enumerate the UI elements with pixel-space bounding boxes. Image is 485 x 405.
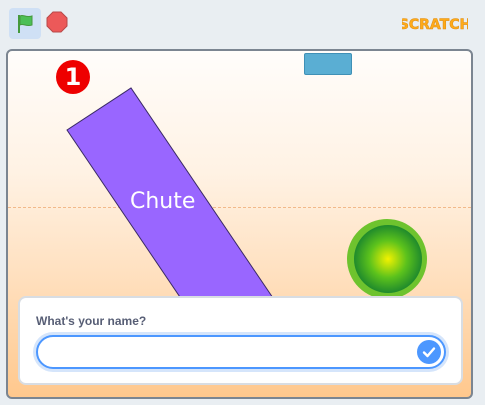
- checkmark-icon: [422, 347, 436, 358]
- stop-button[interactable]: [45, 10, 69, 34]
- answer-input[interactable]: [36, 335, 446, 369]
- prompt-question: What's your name?: [36, 314, 147, 328]
- blue-marker-sprite: [304, 53, 352, 75]
- ball-sprite: [354, 225, 422, 293]
- ask-prompt: What's your name?: [18, 296, 463, 385]
- monitor-badge: 1: [56, 60, 90, 94]
- submit-answer-button[interactable]: [417, 340, 441, 364]
- stop-sign-icon: [46, 11, 68, 33]
- scratch-logo: SCRATCH: [402, 17, 468, 34]
- stage-toolbar: SCRATCH: [0, 0, 485, 46]
- scratch-logo-text: SCRATCH: [402, 17, 468, 33]
- stage-canvas[interactable]: Chute 1 What's your name?: [6, 49, 473, 399]
- green-flag-icon: [18, 14, 33, 33]
- chute-label: Chute: [130, 189, 196, 214]
- green-flag-button[interactable]: [9, 8, 41, 39]
